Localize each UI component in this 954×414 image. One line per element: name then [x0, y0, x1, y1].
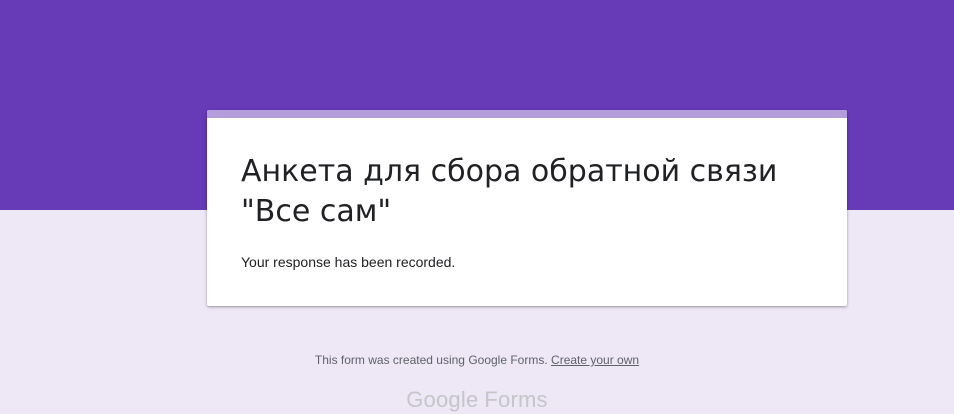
google-forms-logo[interactable]: Google Forms: [0, 386, 954, 414]
create-your-own-link[interactable]: Create your own: [551, 353, 639, 367]
logo-word-forms: Forms: [484, 387, 548, 412]
card-accent-bar: [207, 110, 847, 118]
form-title: Анкета для сбора обратной связи "Все сам…: [241, 154, 778, 229]
confirmation-card: Анкета для сбора обратной связи "Все сам…: [207, 110, 847, 306]
logo-word-google: Google: [406, 387, 479, 412]
footer-created-text: This form was created using Google Forms…: [314, 353, 548, 367]
footer-created-line: This form was created using Google Forms…: [0, 352, 954, 368]
confirmation-message: Your response has been recorded.: [241, 254, 456, 270]
